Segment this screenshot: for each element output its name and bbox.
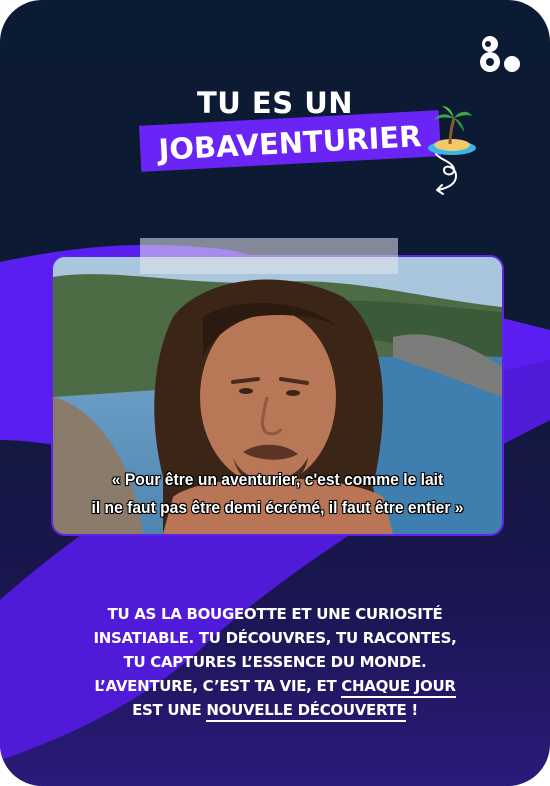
underlined-nouvelle-decouverte: NOUVELLE DÉCOUVERTE: [206, 701, 407, 722]
brand-logo-icon[interactable]: [478, 34, 522, 74]
description-line-5-end: !: [406, 701, 418, 719]
description-line-4-text: L’AVENTURE, C’EST TA VIE, ET: [94, 677, 342, 695]
description-line-3: TU CAPTURES L’ESSENCE DU MONDE.: [123, 653, 427, 671]
description-line-5-text: EST UNE: [132, 701, 207, 719]
photo-scene: [53, 257, 502, 534]
description-text: TU AS LA BOUGEOTTE ET UNE CURIOSITÉ INSA…: [40, 602, 510, 722]
description-line-1: TU AS LA BOUGEOTTE ET UNE CURIOSITÉ: [107, 605, 443, 623]
underlined-chaque-jour: CHAQUE JOUR: [341, 677, 456, 698]
curly-arrow-icon: [435, 153, 458, 195]
quote-photo: « Pour être un aventurier, c'est comme l…: [51, 255, 504, 536]
result-card: TU ES UN JOBAVENTURIER « Pour être un av…: [0, 0, 550, 786]
description-line-5: EST UNE NOUVELLE DÉCOUVERTE !: [40, 698, 510, 722]
tape-decoration: [140, 238, 398, 274]
description-line-4: L’AVENTURE, C’EST TA VIE, ET CHAQUE JOUR: [40, 674, 510, 698]
subtitle-line-1: « Pour être un aventurier, c'est comme l…: [111, 470, 444, 489]
subtitle-line-2: il ne faut pas être demi écrémé, il faut…: [91, 498, 464, 517]
description-line-2: INSATIABLE. TU DÉCOUVRES, TU RACONTES,: [93, 629, 457, 647]
